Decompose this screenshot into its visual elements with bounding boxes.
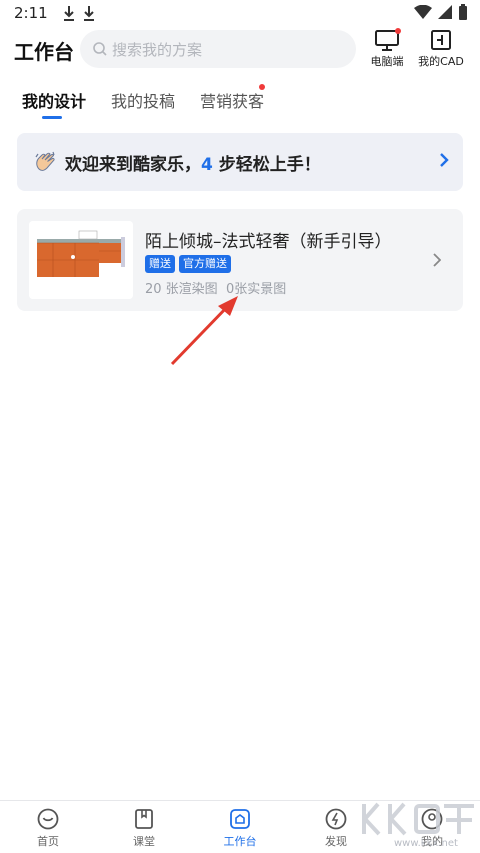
floorplan-thumbnail [29,221,133,299]
welcome-step-count: 4 [201,154,213,175]
search-input[interactable]: 搜索我的方案 [80,30,356,68]
signal-icon [438,5,452,19]
watermark-url: www.kkx.net [394,838,458,849]
chevron-right-icon [440,153,449,167]
wifi-icon [414,5,432,19]
search-placeholder: 搜索我的方案 [112,40,203,59]
kk-download-watermark-logo [362,802,474,836]
tag-official-gift: 官方赠送 [179,255,231,273]
welcome-prefix: 欢迎来到酷家乐， [65,154,201,175]
search-icon [93,42,107,56]
tab-active-indicator [42,116,62,119]
nav-label: 工作台 [223,835,257,848]
status-time: 2:11 [14,4,48,22]
download-icon [63,6,74,21]
tab-my-designs[interactable]: 我的设计 [22,88,86,112]
tab-marketing[interactable]: 营销获客 [200,88,264,112]
nav-discover[interactable]: 发现 [306,807,366,849]
tab-my-submissions[interactable]: 我的投稿 [111,88,175,112]
discover-icon [325,808,347,830]
welcome-text: 欢迎来到酷家乐，4 步轻松上手！ [65,150,321,175]
tag-gift: 赠送 [145,255,175,273]
my-cad-button[interactable]: 我的CAD [416,28,466,72]
workbench-icon [230,809,250,829]
welcome-banner[interactable]: 欢迎来到酷家乐，4 步轻松上手！ [17,133,463,191]
tag-row: 赠送 官方赠送 [145,255,231,273]
welcome-suffix: 步轻松上手！ [212,154,321,175]
home-icon [37,808,59,830]
notification-dot [259,84,265,90]
page-title: 工作台 [14,40,74,64]
chevron-right-icon [433,253,441,267]
nav-label: 课堂 [133,835,155,848]
book-icon [135,809,153,829]
nav-label: 首页 [37,835,59,848]
pc-button[interactable]: 电脑端 [362,28,412,72]
nav-workbench[interactable]: 工作台 [210,807,270,849]
tab-bar: 我的设计 我的投稿 营销获客 [0,84,480,122]
nav-classroom[interactable]: 课堂 [114,807,174,849]
status-bar: 2:11 [0,0,480,26]
pc-label: 电脑端 [370,55,404,68]
design-title: 陌上倾城–法式轻奢（新手引导） [145,232,392,252]
waving-hand-icon [35,151,55,171]
download-icon [83,6,94,21]
header: 工作台 搜索我的方案 电脑端 我的CAD [0,26,480,76]
cad-icon [431,30,451,50]
battery-icon [459,4,467,20]
nav-label: 发现 [325,835,347,848]
nav-home[interactable]: 首页 [18,807,78,849]
notification-dot [395,28,401,34]
red-arrow-annotation [170,296,238,366]
cad-label: 我的CAD [418,55,464,68]
